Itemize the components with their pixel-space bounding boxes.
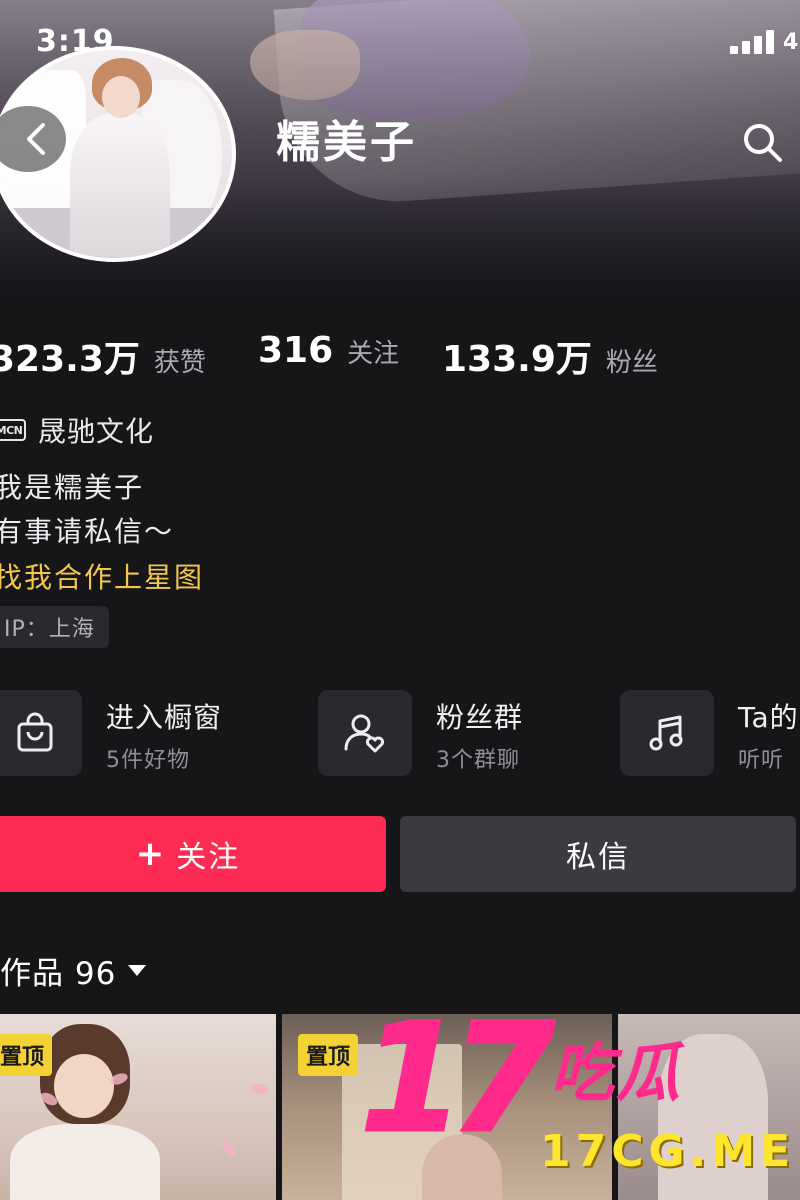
thumbnail-photo-detail [54, 1054, 114, 1118]
signal-icon [730, 30, 780, 54]
caret-down-icon [128, 965, 147, 976]
stat-label: 关注 [347, 339, 400, 369]
stat-followers[interactable]: 133.9万 粉丝 [442, 330, 658, 382]
works-tab[interactable]: 作品 96 [0, 948, 147, 993]
follow-button[interactable]: + 关注 [0, 816, 386, 892]
search-icon[interactable] [738, 118, 786, 166]
mcn-row[interactable]: MCN 晟驰文化 [0, 410, 154, 450]
feature-title: Ta的 [738, 701, 799, 734]
bio-line: 有事请私信～ [0, 515, 175, 548]
feature-icon-box [0, 690, 82, 776]
watermark-domain: 17CG.ME [540, 1126, 796, 1177]
fan-group-icon [344, 714, 384, 753]
feature-subtitle: 3个群聊 [436, 748, 520, 773]
petal-decoration [219, 1138, 239, 1160]
petal-decoration [249, 1082, 269, 1096]
feature-title: 进入橱窗 [106, 701, 223, 734]
watermark-chinese: 吃瓜 [550, 1037, 682, 1111]
follow-label: 关注 [176, 840, 241, 875]
works-tab-label: 作品 96 [0, 956, 117, 992]
feature-subtitle: 听听 [738, 748, 785, 773]
music-note-icon [649, 715, 683, 751]
plus-icon: + [135, 834, 167, 874]
watermark-logo: 17 吃瓜 17CG.ME [359, 1003, 791, 1190]
stat-label: 获赞 [153, 348, 206, 378]
ip-location-tag: IP：上海 [0, 606, 109, 648]
avatar-photo-detail [70, 114, 170, 258]
watermark-number: 17 [359, 992, 557, 1166]
message-label: 私信 [566, 840, 630, 875]
feature-subtitle: 5件好物 [106, 748, 190, 773]
stat-value: 316 [258, 330, 334, 371]
stat-value: 133.9万 [442, 339, 592, 380]
profile-stats: 323.3万 获赞 316 关注 133.9万 粉丝 [0, 330, 800, 380]
thumbnail-photo-detail [10, 1124, 160, 1200]
stat-following[interactable]: 316 关注 [258, 330, 399, 371]
pinned-badge: 置顶 [298, 1034, 359, 1076]
shopping-bag-icon [17, 712, 53, 752]
profile-name: 糯美子 [276, 117, 417, 168]
feature-title: 粉丝群 [436, 701, 524, 734]
pinned-badge: 置顶 [0, 1034, 53, 1076]
stat-value: 323.3万 [0, 339, 140, 380]
avatar-photo-detail [102, 76, 140, 118]
profile-header: 3:19 4 糯美子 [0, 0, 800, 298]
bio-line: 我是糯美子 [0, 471, 145, 504]
battery-indicator: 4 [783, 30, 799, 55]
mcn-name: 晟驰文化 [38, 415, 155, 448]
stat-likes[interactable]: 323.3万 获赞 [0, 330, 206, 382]
star-map-link[interactable]: 找我合作上星图 [0, 556, 204, 596]
message-button[interactable]: 私信 [400, 816, 796, 892]
chevron-left-icon [27, 123, 45, 155]
feature-icon-box [620, 690, 714, 776]
stat-label: 粉丝 [605, 348, 658, 378]
mcn-badge-icon: MCN [0, 419, 26, 441]
feature-icon-box [318, 690, 412, 776]
video-thumbnail[interactable]: 置顶 [0, 1014, 276, 1200]
